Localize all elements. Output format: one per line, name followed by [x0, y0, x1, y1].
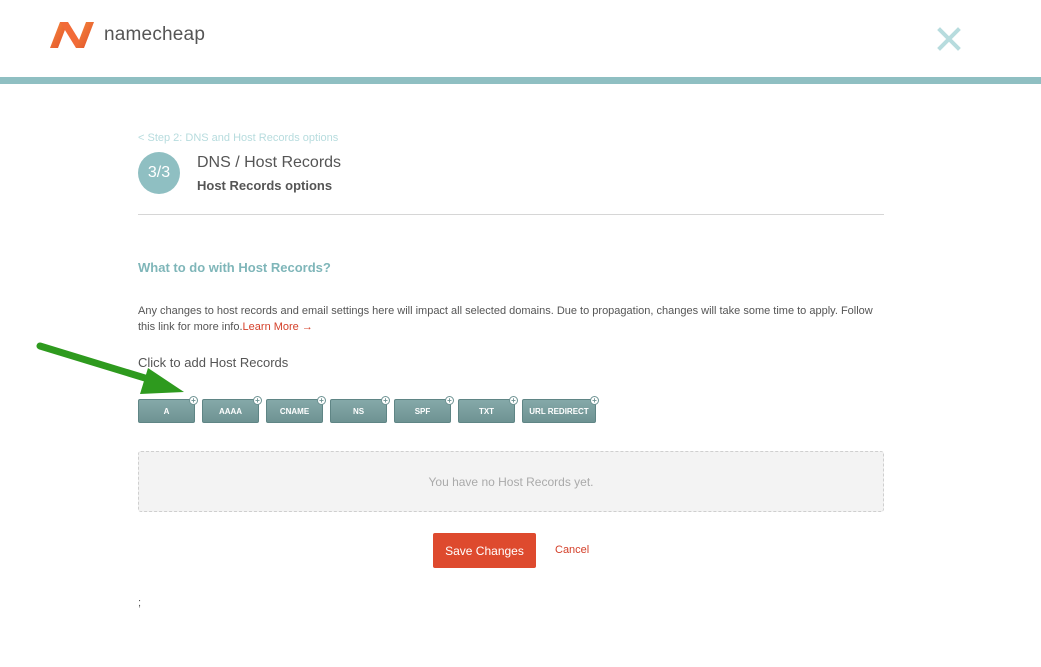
step-badge: 3/3: [138, 152, 180, 194]
plus-icon: +: [590, 396, 599, 405]
record-button-label: AAAA: [218, 406, 243, 416]
page-subtitle: Host Records options: [197, 178, 333, 193]
namecheap-logo[interactable]: namecheap: [48, 20, 205, 50]
page-title: DNS / Host Records: [197, 154, 342, 171]
host-records-empty-state: You have no Host Records yet.: [138, 451, 884, 512]
close-icon[interactable]: [936, 26, 962, 52]
cancel-link[interactable]: Cancel: [555, 544, 589, 556]
section-title: What to do with Host Records?: [138, 260, 331, 275]
stray-text: ;: [138, 597, 142, 609]
record-button-label: A: [163, 406, 170, 416]
empty-state-message: You have no Host Records yet.: [428, 474, 594, 489]
plus-icon: +: [189, 396, 198, 405]
annotation-arrow-icon: [36, 342, 184, 394]
back-to-step-2-link[interactable]: < Step 2: DNS and Host Records options: [138, 132, 338, 144]
add-ns-record-button[interactable]: NS +: [330, 396, 390, 423]
add-aaaa-record-button[interactable]: AAAA +: [202, 396, 262, 423]
record-button-label: URL REDIRECT: [529, 406, 589, 416]
info-text: Any changes to host records and email se…: [138, 303, 884, 335]
learn-more-link[interactable]: Learn More →: [243, 321, 313, 333]
record-button-label: SPF: [414, 406, 431, 416]
namecheap-logo-icon: [50, 22, 94, 48]
add-a-record-button[interactable]: A +: [138, 396, 198, 423]
add-spf-record-button[interactable]: SPF +: [394, 396, 454, 423]
plus-icon: +: [317, 396, 326, 405]
add-url-redirect-record-button[interactable]: URL REDIRECT +: [522, 396, 599, 423]
record-button-label: CNAME: [279, 406, 310, 416]
plus-icon: +: [253, 396, 262, 405]
plus-icon: +: [381, 396, 390, 405]
record-type-buttons: A + AAAA + CNAME + NS + SPF + TXT + URL REDIRE…: [138, 396, 603, 423]
save-changes-button[interactable]: Save Changes: [433, 533, 536, 568]
app-header: namecheap: [0, 0, 1041, 77]
add-cname-record-button[interactable]: CNAME +: [266, 396, 326, 423]
plus-icon: +: [509, 396, 518, 405]
brand-name: namecheap: [104, 24, 206, 45]
header-accent-bar: [0, 77, 1041, 84]
plus-icon: +: [445, 396, 454, 405]
divider: [138, 214, 884, 215]
add-txt-record-button[interactable]: TXT +: [458, 396, 518, 423]
record-button-label: NS: [352, 406, 365, 416]
record-button-label: TXT: [478, 406, 495, 416]
